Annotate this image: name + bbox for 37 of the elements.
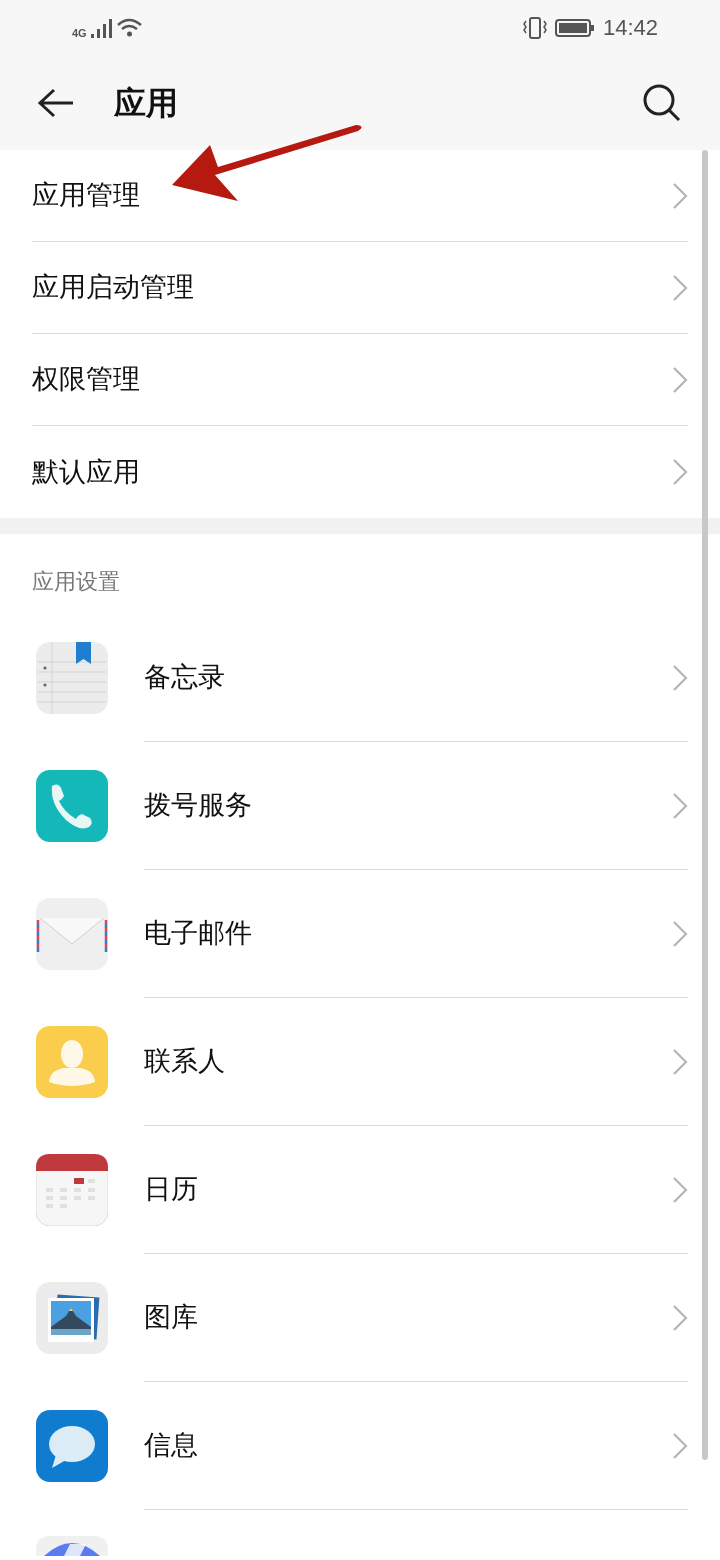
chevron-right-icon (672, 458, 688, 486)
page-title: 应用 (114, 83, 179, 123)
notepad-icon (36, 642, 108, 714)
chevron-right-icon (672, 663, 688, 692)
chevron-right-icon (672, 1175, 688, 1204)
section-title: 应用设置 (32, 568, 120, 596)
envelope-icon (36, 898, 108, 970)
chevron-right-icon (672, 1047, 688, 1076)
app-row[interactable]: 电子邮件 (0, 870, 720, 998)
chevron-right-icon (672, 791, 688, 820)
chevron-right-icon (672, 273, 688, 302)
chevron-right-icon (672, 365, 688, 394)
calendar-icon (36, 1154, 108, 1226)
menu-item[interactable]: 应用启动管理 (32, 242, 688, 334)
battery-icon (554, 17, 595, 38)
chevron-right-icon (672, 1431, 688, 1460)
app-row[interactable]: 备忘录 (0, 614, 720, 742)
clock-time: 14:42 (602, 14, 658, 42)
chevron-right-icon (672, 1303, 688, 1332)
wifi-icon (116, 17, 143, 38)
chat-bubble-icon (36, 1410, 108, 1482)
signal-icon (90, 17, 113, 38)
app-row[interactable]: 拨号服务 (0, 742, 720, 870)
phone-icon (36, 770, 108, 842)
app-row[interactable]: 联系人 (0, 998, 720, 1126)
chevron-right-icon (672, 919, 688, 948)
menu-item[interactable]: 默认应用 (32, 426, 688, 518)
person-icon (36, 1026, 108, 1098)
menu-item[interactable]: 权限管理 (32, 334, 688, 426)
app-icon (36, 1536, 108, 1556)
app-row[interactable]: 日历 (0, 1126, 720, 1254)
network-type: 4G (72, 26, 87, 42)
gallery-icon (36, 1282, 108, 1354)
vibrate-icon (522, 16, 547, 39)
app-row[interactable]: 图库 (0, 1254, 720, 1382)
chevron-right-icon (672, 181, 688, 210)
app-row[interactable]: 信息 (0, 1382, 720, 1510)
